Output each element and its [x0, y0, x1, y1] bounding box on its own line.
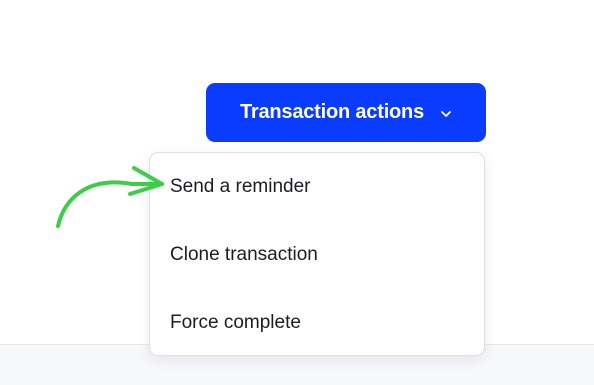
menu-item-send-reminder[interactable]: Send a reminder: [150, 157, 484, 217]
menu-item-label: Force complete: [170, 312, 301, 333]
menu-item-clone-transaction[interactable]: Clone transaction: [150, 225, 484, 285]
transaction-actions-button[interactable]: Transaction actions: [206, 83, 486, 142]
chevron-down-icon: [440, 108, 452, 120]
transaction-actions-label: Transaction actions: [239, 101, 425, 123]
menu-item-label: Send a reminder: [170, 176, 311, 197]
transaction-actions-menu: Send a reminder Clone transaction Force …: [149, 152, 485, 356]
curved-arrow-icon: [56, 166, 164, 228]
menu-item-force-complete[interactable]: Force complete: [150, 293, 484, 353]
menu-item-label: Clone transaction: [170, 244, 318, 265]
